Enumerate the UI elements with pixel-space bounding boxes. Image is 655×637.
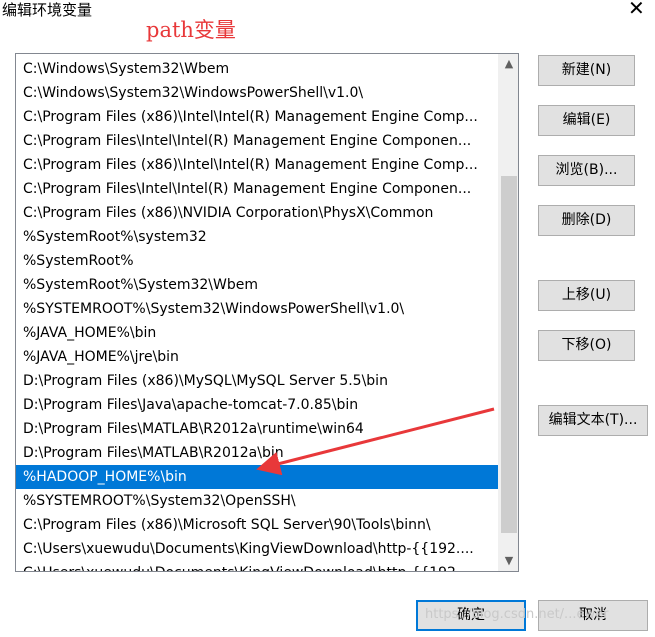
watermark: https://blog.csdn.net/...ewer (425, 607, 609, 622)
annotation-arrow (256, 407, 495, 476)
